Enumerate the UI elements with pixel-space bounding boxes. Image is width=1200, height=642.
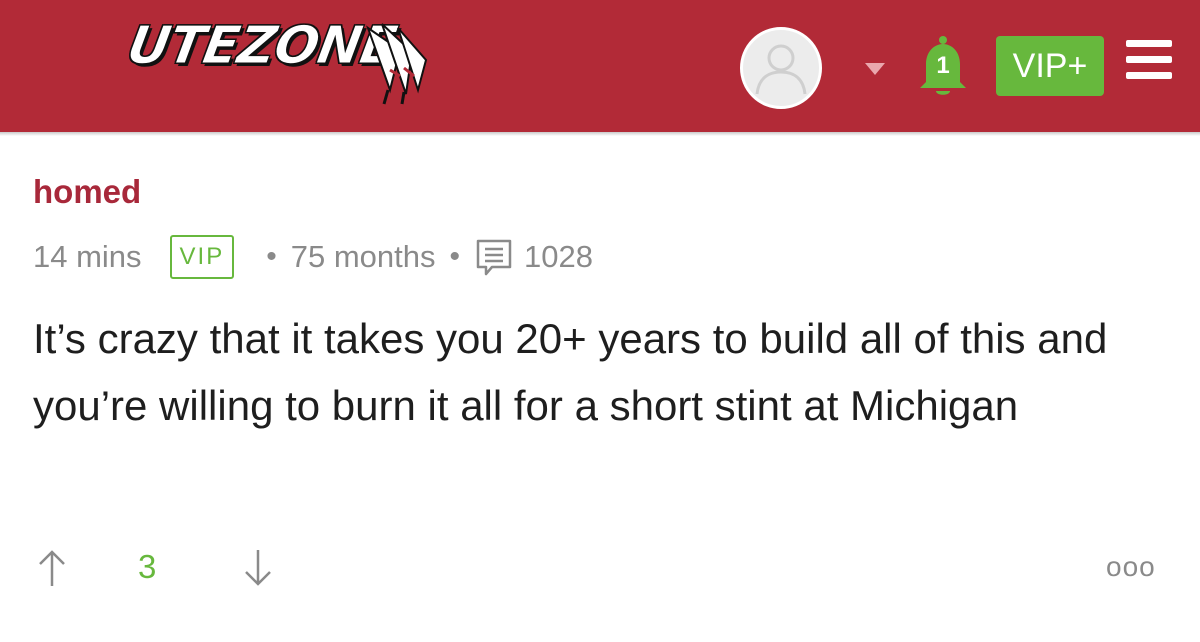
logo-text: UTEZONE xyxy=(122,16,401,77)
header-shadow xyxy=(0,132,1200,136)
separator-dot: • xyxy=(449,240,461,273)
hamburger-line xyxy=(1126,72,1172,79)
arrow-up-icon[interactable] xyxy=(34,548,70,588)
caret-down-icon[interactable] xyxy=(864,62,886,76)
avatar-icon xyxy=(755,44,807,95)
post-count: 1028 xyxy=(524,239,593,274)
post-time: 14 mins xyxy=(33,239,142,274)
vip-badge: VIP xyxy=(169,235,235,279)
site-header: UTEZONE 1 VIP+ xyxy=(0,0,1200,132)
hamburger-menu-icon[interactable] xyxy=(1126,40,1172,80)
vote-count: 3 xyxy=(138,548,157,585)
separator-dot: • xyxy=(266,240,277,273)
hamburger-line xyxy=(1126,40,1172,47)
hamburger-line xyxy=(1126,56,1172,63)
post-username[interactable]: homed xyxy=(33,173,141,211)
post-meta: 14 mins VIP • 75 months • 1028 xyxy=(33,232,593,282)
vip-plus-button[interactable]: VIP+ xyxy=(996,36,1104,96)
notification-count: 1 xyxy=(936,52,950,79)
arrow-down-icon[interactable] xyxy=(240,548,276,588)
feathers-icon xyxy=(366,23,428,105)
comment-icon xyxy=(476,239,512,276)
site-logo[interactable]: UTEZONE xyxy=(122,14,428,106)
post-body: It’s crazy that it takes you 20+ years t… xyxy=(33,315,1108,429)
more-options-button[interactable]: ooo xyxy=(1106,551,1156,583)
avatar[interactable] xyxy=(740,27,822,109)
member-tenure: 75 months xyxy=(290,239,436,274)
